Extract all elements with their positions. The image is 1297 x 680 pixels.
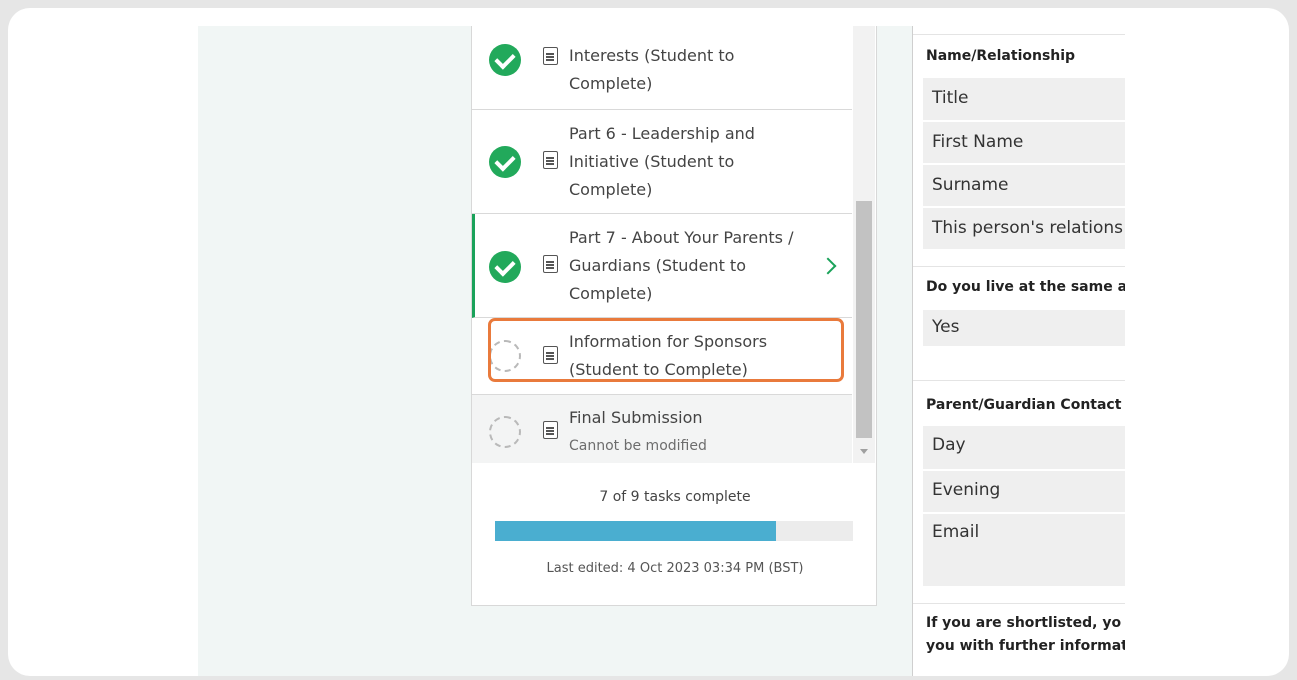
document-icon xyxy=(543,421,558,439)
field-surname[interactable]: Surname xyxy=(923,165,1125,206)
shortlist-note-line-2: you with further informat xyxy=(926,638,1125,654)
incomplete-status-icon xyxy=(489,416,521,448)
progress-bar xyxy=(495,521,853,541)
divider xyxy=(913,266,1125,267)
document-icon xyxy=(543,255,558,273)
task-item-part-6-leadership[interactable]: Part 6 - Leadership and Initiative (Stud… xyxy=(472,110,852,214)
divider xyxy=(913,603,1125,604)
task-list-panel: Interests (Student to Complete) Part 6 -… xyxy=(471,26,877,606)
browser-viewport: ~~~~~~~~~~~~~~~ ~~~~~~~~~~~~~~~~~~~~~~~~… xyxy=(198,26,1125,676)
section-heading-name-relationship: Name/Relationship xyxy=(926,48,1076,64)
task-list[interactable]: Interests (Student to Complete) Part 6 -… xyxy=(472,26,852,463)
task-label: Final Submission xyxy=(569,408,703,427)
field-relationship[interactable]: This person's relations xyxy=(923,208,1125,249)
complete-check-icon xyxy=(489,251,521,283)
complete-check-icon xyxy=(489,146,521,178)
shortlist-note-line-1: If you are shortlisted, yo xyxy=(926,615,1122,631)
document-icon xyxy=(543,151,558,169)
task-sublabel: Cannot be modified xyxy=(569,438,707,454)
task-item-interests[interactable]: Interests (Student to Complete) xyxy=(472,26,852,110)
divider xyxy=(913,34,1125,35)
chevron-right-icon xyxy=(819,257,837,275)
highlight-box xyxy=(488,318,844,382)
section-heading-contact: Parent/Guardian Contact xyxy=(926,397,1122,413)
task-label: Interests (Student to Complete) xyxy=(569,46,735,93)
last-edited-text: Last edited: 4 Oct 2023 03:34 PM (BST) xyxy=(546,561,804,576)
field-title[interactable]: Title xyxy=(923,78,1125,120)
misspelling-underline: ~~~~~~~~~~~~~~~ xyxy=(210,26,330,30)
field-evening[interactable]: Evening xyxy=(923,471,1125,512)
task-item-part-7-parents[interactable]: Part 7 - About Your Parents / Guardians … xyxy=(472,214,852,318)
field-same-address[interactable]: Yes xyxy=(923,310,1125,346)
document-icon xyxy=(543,47,558,65)
scroll-down-arrow-icon[interactable] xyxy=(860,449,868,454)
field-email[interactable]: Email xyxy=(923,514,1125,586)
field-day[interactable]: Day xyxy=(923,426,1125,469)
task-label: Part 6 - Leadership and Initiative (Stud… xyxy=(569,124,755,199)
progress-bar-fill xyxy=(495,521,777,541)
scrollbar-thumb[interactable] xyxy=(856,201,872,438)
divider xyxy=(913,380,1125,381)
section-heading-same-address: Do you live at the same a xyxy=(926,279,1125,295)
task-label: Part 7 - About Your Parents / Guardians … xyxy=(569,228,794,303)
complete-check-icon xyxy=(489,44,521,76)
screenshot-frame: ~~~~~~~~~~~~~~~ ~~~~~~~~~~~~~~~~~~~~~~~~… xyxy=(8,8,1289,676)
form-panel: Name/Relationship Title First Name Surna… xyxy=(912,26,1125,676)
task-list-scrollbar[interactable] xyxy=(853,26,875,463)
task-item-final-submission: Final Submission Cannot be modified xyxy=(472,395,852,463)
progress-summary: 7 of 9 tasks complete xyxy=(599,489,751,505)
field-first-name[interactable]: First Name xyxy=(923,122,1125,163)
